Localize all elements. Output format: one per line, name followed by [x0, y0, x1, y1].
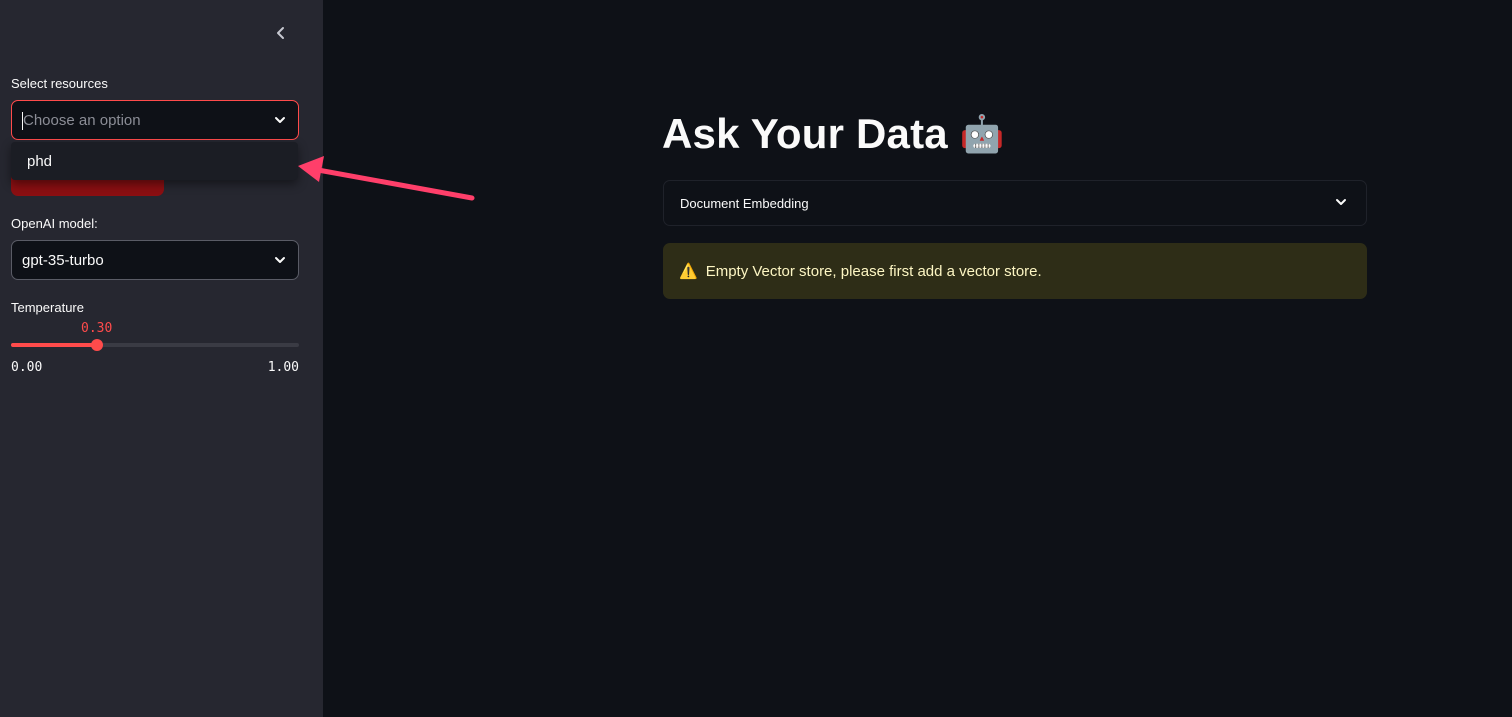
model-value: gpt-35-turbo [22, 251, 104, 269]
model-select[interactable]: gpt-35-turbo [11, 240, 299, 280]
temperature-label: Temperature [11, 300, 84, 315]
app: Select resources Choose an option phd Op… [0, 0, 1512, 717]
page-title: Ask Your Data 🤖 [662, 110, 1005, 158]
temperature-value: 0.30 [81, 321, 113, 336]
page-title-text: Ask Your Data [662, 110, 948, 157]
chevron-down-icon [1334, 195, 1348, 212]
resources-dropdown: phd [11, 142, 298, 180]
temperature-slider[interactable] [11, 339, 299, 351]
chevron-down-icon [272, 112, 288, 128]
slider-fill [11, 343, 98, 347]
resources-placeholder: Choose an option [23, 111, 141, 129]
document-embedding-expander[interactable]: Document Embedding [663, 180, 1367, 226]
warning-text: Empty Vector store, please first add a v… [705, 262, 1042, 280]
annotation-arrow [298, 156, 475, 201]
dropdown-option-phd[interactable]: phd [27, 153, 52, 170]
resources-select[interactable]: Choose an option [11, 100, 299, 140]
collapse-sidebar-button[interactable] [268, 20, 294, 46]
slider-max-label: 1.00 [267, 360, 299, 375]
slider-thumb[interactable] [91, 339, 104, 351]
robot-emoji: 🤖 [959, 113, 1005, 154]
warning-icon: ⚠️ [679, 263, 698, 280]
model-label: OpenAI model: [11, 216, 98, 231]
warning-alert: ⚠️ Empty Vector store, please first add … [663, 243, 1367, 299]
slider-min-label: 0.00 [11, 360, 43, 375]
resources-label: Select resources [11, 76, 108, 91]
expander-label: Document Embedding [680, 195, 809, 211]
chevron-left-icon [277, 27, 284, 39]
chevron-down-icon [272, 252, 288, 268]
sidebar: Select resources Choose an option phd Op… [0, 0, 323, 717]
